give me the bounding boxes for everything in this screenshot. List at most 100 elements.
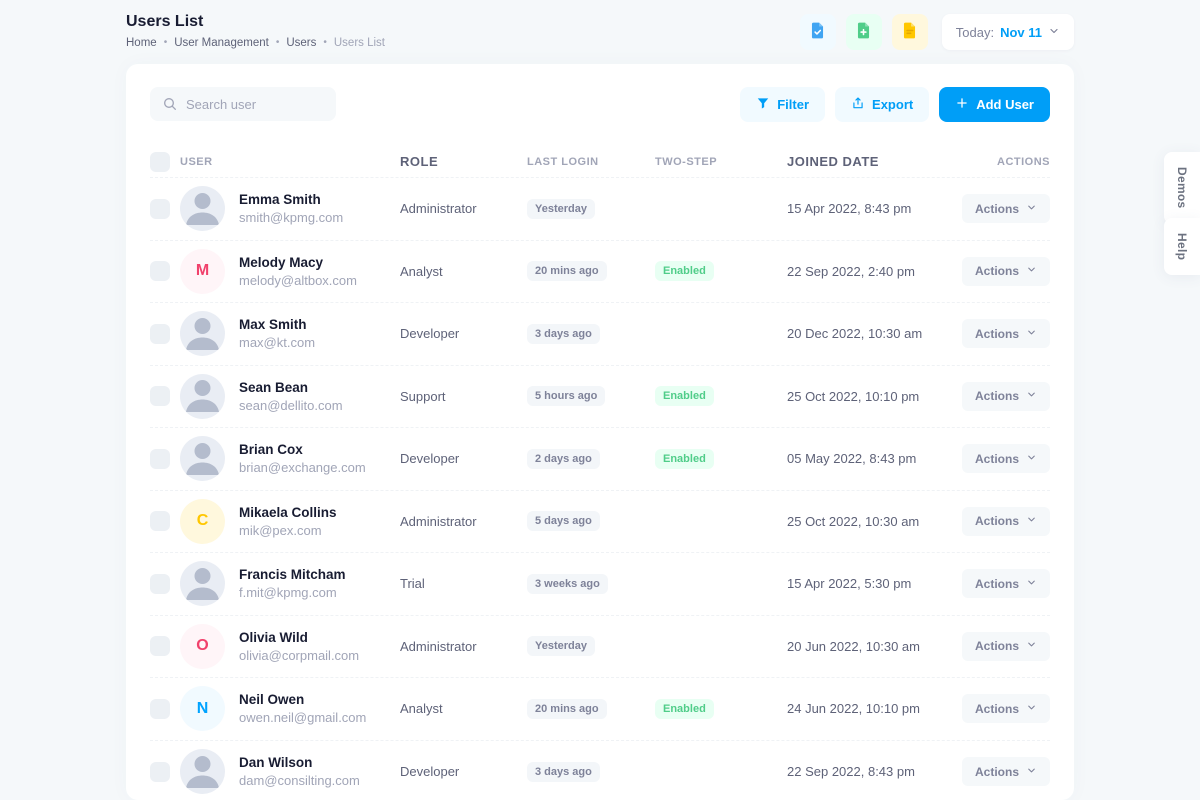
user-email: melody@altbox.com [239, 273, 357, 288]
joined-date: 20 Jun 2022, 10:30 am [787, 639, 965, 654]
row-checkbox[interactable] [150, 449, 170, 469]
actions-button[interactable]: Actions [962, 319, 1050, 348]
actions-button[interactable]: Actions [962, 194, 1050, 223]
export-label: Export [872, 97, 913, 112]
row-checkbox[interactable] [150, 199, 170, 219]
avatar[interactable] [180, 561, 225, 606]
row-checkbox[interactable] [150, 574, 170, 594]
chevron-down-icon [1026, 702, 1037, 716]
breadcrumb-item[interactable]: Users [286, 37, 316, 49]
row-checkbox[interactable] [150, 762, 170, 782]
chevron-down-icon [1026, 327, 1037, 341]
user-meta: Olivia Wild olivia@corpmail.com [239, 630, 359, 663]
user-name-link[interactable]: Emma Smith [239, 192, 343, 207]
row-checkbox[interactable] [150, 511, 170, 531]
avatar[interactable] [180, 186, 225, 231]
user-email: f.mit@kpmg.com [239, 585, 346, 600]
avatar[interactable]: M [180, 249, 225, 294]
row-checkbox[interactable] [150, 324, 170, 344]
actions-button-label: Actions [975, 514, 1019, 528]
avatar[interactable] [180, 311, 225, 356]
person-icon [180, 374, 225, 419]
breadcrumb-item[interactable]: User Management [174, 37, 269, 49]
joined-date: 25 Oct 2022, 10:10 pm [787, 389, 965, 404]
avatar[interactable]: C [180, 499, 225, 544]
file-check-button[interactable] [800, 14, 836, 50]
actions-button[interactable]: Actions [962, 444, 1050, 473]
actions-button-label: Actions [975, 577, 1019, 591]
avatar[interactable] [180, 374, 225, 419]
search-wrap [150, 87, 336, 121]
page: Users List Home•User Management•Users•Us… [0, 0, 1200, 800]
user-name-link[interactable]: Neil Owen [239, 692, 366, 707]
add-user-button[interactable]: Add User [939, 87, 1050, 122]
user-email: brian@exchange.com [239, 460, 366, 475]
user-role: Analyst [400, 264, 527, 279]
user-name-link[interactable]: Brian Cox [239, 442, 366, 457]
joined-date: 20 Dec 2022, 10:30 am [787, 326, 965, 341]
user-name-link[interactable]: Sean Bean [239, 380, 343, 395]
table-row: Max Smith max@kt.com Developer 3 days ag… [150, 303, 1050, 366]
actions-button-label: Actions [975, 202, 1019, 216]
actions-button[interactable]: Actions [962, 757, 1050, 786]
joined-date: 15 Apr 2022, 5:30 pm [787, 576, 965, 591]
file-lines-button[interactable] [892, 14, 928, 50]
file-plus-button[interactable] [846, 14, 882, 50]
last-login-badge: Yesterday [527, 636, 595, 656]
file-check-icon [808, 21, 827, 43]
help-tab-label: Help [1175, 233, 1189, 260]
header-role[interactable]: ROLE [400, 154, 527, 169]
two-step-badge: Enabled [655, 386, 714, 406]
table-row: Francis Mitcham f.mit@kpmg.com Trial 3 w… [150, 553, 1050, 616]
demos-tab[interactable]: Demos [1164, 152, 1200, 224]
last-login-badge: 3 days ago [527, 324, 600, 344]
chevron-down-icon [1026, 577, 1037, 591]
add-user-label: Add User [976, 97, 1034, 112]
last-login-badge: 3 days ago [527, 762, 600, 782]
help-tab[interactable]: Help [1164, 218, 1200, 275]
breadcrumb-separator: • [164, 38, 168, 48]
header-user[interactable]: USER [180, 156, 400, 168]
export-button[interactable]: Export [835, 87, 929, 122]
avatar[interactable]: O [180, 624, 225, 669]
user-name-link[interactable]: Max Smith [239, 317, 315, 332]
header-two-step[interactable]: TWO-STEP [655, 156, 787, 168]
chevron-down-icon [1026, 264, 1037, 278]
select-all-checkbox[interactable] [150, 152, 170, 172]
row-checkbox[interactable] [150, 386, 170, 406]
header-joined-date[interactable]: JOINED DATE [787, 154, 965, 169]
user-role: Administrator [400, 201, 527, 216]
avatar[interactable] [180, 436, 225, 481]
user-name-link[interactable]: Mikaela Collins [239, 505, 337, 520]
row-checkbox[interactable] [150, 261, 170, 281]
user-meta: Emma Smith smith@kpmg.com [239, 192, 343, 225]
user-name-link[interactable]: Francis Mitcham [239, 567, 346, 582]
avatar[interactable] [180, 749, 225, 794]
chevron-down-icon [1026, 639, 1037, 653]
user-role: Developer [400, 764, 527, 779]
row-checkbox[interactable] [150, 699, 170, 719]
table-row: Emma Smith smith@kpmg.com Administrator … [150, 178, 1050, 241]
chevron-down-icon [1026, 514, 1037, 528]
avatar[interactable]: N [180, 686, 225, 731]
actions-button[interactable]: Actions [962, 507, 1050, 536]
actions-button[interactable]: Actions [962, 694, 1050, 723]
actions-button[interactable]: Actions [962, 257, 1050, 286]
export-icon [851, 96, 865, 113]
actions-button[interactable]: Actions [962, 382, 1050, 411]
row-checkbox[interactable] [150, 636, 170, 656]
breadcrumb-item[interactable]: Home [126, 37, 157, 49]
header-last-login[interactable]: LAST LOGIN [527, 156, 655, 168]
user-name-link[interactable]: Olivia Wild [239, 630, 359, 645]
breadcrumb-separator: • [323, 38, 327, 48]
filter-button[interactable]: Filter [740, 87, 825, 122]
actions-button[interactable]: Actions [962, 632, 1050, 661]
actions-button-label: Actions [975, 639, 1019, 653]
joined-date: 15 Apr 2022, 8:43 pm [787, 201, 965, 216]
breadcrumb-item: Users List [334, 37, 385, 49]
user-name-link[interactable]: Melody Macy [239, 255, 357, 270]
date-picker-button[interactable]: Today: Nov 11 [942, 14, 1074, 50]
actions-button[interactable]: Actions [962, 569, 1050, 598]
file-plus-icon [854, 21, 873, 43]
user-name-link[interactable]: Dan Wilson [239, 755, 360, 770]
